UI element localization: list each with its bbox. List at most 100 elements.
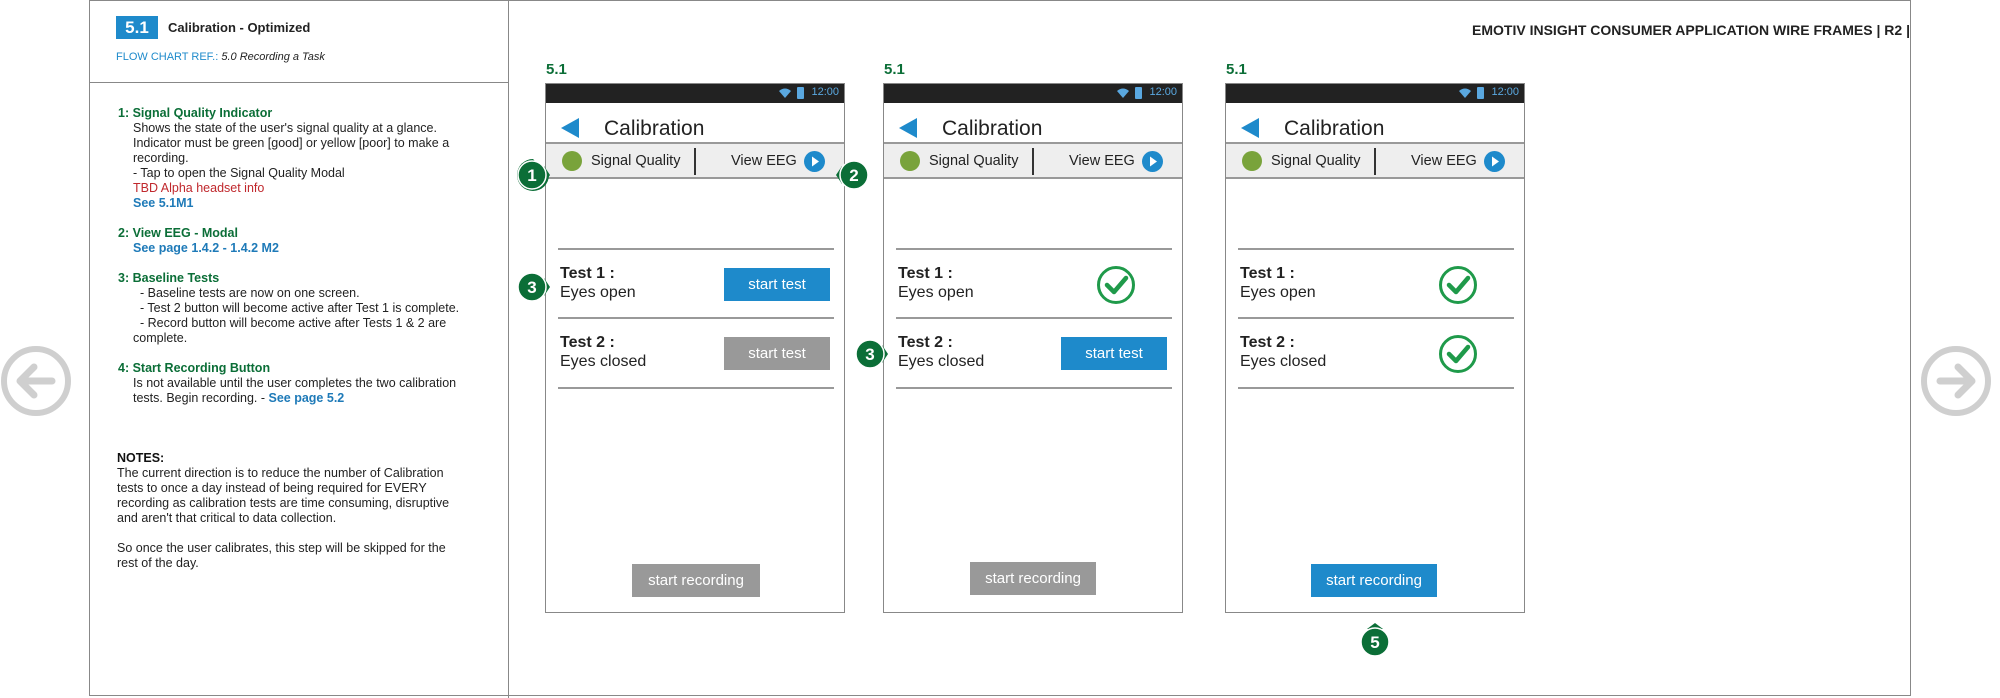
header-divider [89,82,509,83]
note-signal-quality: 1: Signal Quality Indicator Shows the st… [118,106,449,211]
callout-marker-3b: 3 [855,339,888,369]
test-1-subtitle: Eyes open [1240,284,1316,301]
note-line: - Record button will become active after… [140,316,447,330]
back-arrow-icon[interactable] [1241,118,1259,138]
screen-label: 5.1 [546,61,567,78]
status-time: 12:00 [811,86,839,98]
separator [694,148,696,175]
notes-line: recording as calibration tests are time … [117,496,450,510]
document-title: EMOTIV INSIGHT CONSUMER APPLICATION WIRE… [1472,22,1910,38]
note-link[interactable]: See page 5.2 [269,391,345,405]
section-badge: 5.1 [116,16,158,39]
signal-quality-indicator[interactable] [900,151,920,171]
test-2-title: Test 2 : [898,334,953,351]
note-heading: 3: Baseline Tests [118,271,220,285]
play-icon[interactable] [1484,151,1505,172]
status-bar: 12:00 [546,84,844,103]
note-line: Shows the state of the user's signal qua… [133,121,437,135]
signal-quality-label[interactable]: Signal Quality [591,153,680,169]
start-test-2-button[interactable]: start test [724,337,830,370]
start-recording-button[interactable]: start recording [970,562,1096,595]
test-2-subtitle: Eyes closed [560,353,647,370]
note-view-eeg: 2: View EEG - Modal See page 1.4.2 - 1.4… [118,226,279,256]
screen-title: Calibration [604,117,705,140]
flow-ref-value: 5.0 Recording a Task [221,51,325,63]
note-text: tests. Begin recording. - [133,391,266,405]
notes-line: So once the user calibrates, this step w… [117,541,446,555]
status-bar: 12:00 [1226,84,1524,103]
note-heading: 4: Start Recording Button [118,361,271,375]
phone-screen-1: 12:00 Calibration Signal Quality View EE… [545,83,845,613]
note-link[interactable]: See 5.1M1 [118,196,449,211]
section-title: Calibration - Optimized [168,20,311,35]
svg-text:1: 1 [527,166,536,185]
divider [558,317,834,319]
battery-icon [1135,87,1142,99]
signal-quality-label[interactable]: Signal Quality [929,153,1018,169]
divider [1238,317,1514,319]
phone-screen-3: 12:00 Calibration Signal Quality View EE… [1225,83,1525,613]
signal-quality-label[interactable]: Signal Quality [1271,153,1360,169]
divider [558,387,834,389]
view-eeg-label[interactable]: View EEG [1411,153,1477,169]
battery-icon [797,87,804,99]
flow-chart-ref: FLOW CHART REF.: 5.0 Recording a Task [116,51,325,63]
checkmark-circle-icon [1097,266,1135,304]
test-2-title: Test 2 : [1240,334,1295,351]
test-1-subtitle: Eyes open [898,284,974,301]
notes-footer: NOTES: The current direction is to reduc… [117,451,449,571]
signal-quality-bar: Signal Quality View EEG [884,142,1182,179]
notes-heading: NOTES: [117,451,165,465]
wifi-icon [779,88,791,98]
start-recording-button[interactable]: start recording [1311,564,1437,597]
arrow-right-circle-icon[interactable] [1920,345,1992,417]
notes-line: rest of the day. [117,556,199,570]
status-bar: 12:00 [884,84,1182,103]
test-1-title: Test 1 : [560,265,615,282]
note-line-with-link: tests. Begin recording. - See page 5.2 [118,391,456,406]
test-1-title: Test 1 : [898,265,953,282]
test-2-title: Test 2 : [560,334,615,351]
start-recording-button[interactable]: start recording [632,564,760,597]
test-1-title: Test 1 : [1240,265,1295,282]
note-start-recording: 4: Start Recording Button Is not availab… [118,361,456,406]
note-line: - Tap to open the Signal Quality Modal [133,166,345,180]
start-test-2-button[interactable]: start test [1061,337,1167,370]
start-test-1-button[interactable]: start test [724,268,830,301]
screen-title: Calibration [942,117,1043,140]
note-tbd: TBD Alpha headset info [133,181,265,195]
screen-label: 5.1 [1226,61,1247,78]
back-arrow-icon[interactable] [899,118,917,138]
arrow-left-circle-icon[interactable] [0,345,72,417]
view-eeg-label[interactable]: View EEG [731,153,797,169]
view-eeg-label[interactable]: View EEG [1069,153,1135,169]
note-heading: 1: Signal Quality Indicator [118,106,273,120]
signal-quality-indicator[interactable] [1242,151,1262,171]
checkmark-circle-icon [1439,335,1477,373]
notes-line: and aren't that critical to data collect… [117,511,337,525]
callout-marker-1: 1 [517,159,550,191]
note-baseline-tests: 3: Baseline Tests - Baseline tests are n… [118,271,459,346]
test-2-subtitle: Eyes closed [898,353,985,370]
divider [1238,387,1514,389]
signal-quality-indicator[interactable] [562,151,582,171]
note-line: Indicator must be green [good] or yellow… [133,136,450,150]
callout-marker-2: 2 [836,160,869,190]
callout-marker-5: 5 [1360,623,1390,657]
play-icon[interactable] [804,151,825,172]
callout-marker-3: 3 [517,272,550,302]
status-time: 12:00 [1491,86,1519,98]
divider [558,248,834,250]
note-line: complete. [133,331,188,345]
wifi-icon [1117,88,1129,98]
note-link[interactable]: See page 1.4.2 - 1.4.2 M2 [118,241,279,256]
signal-quality-bar: Signal Quality View EEG [546,142,844,179]
checkmark-circle-icon [1439,266,1477,304]
signal-quality-bar: Signal Quality View EEG [1226,142,1524,179]
notes-line: The current direction is to reduce the n… [117,466,444,480]
screen-label: 5.1 [884,61,905,78]
phone-screen-2: 12:00 Calibration Signal Quality View EE… [883,83,1183,613]
play-icon[interactable] [1142,151,1163,172]
back-arrow-icon[interactable] [561,118,579,138]
status-time: 12:00 [1149,86,1177,98]
